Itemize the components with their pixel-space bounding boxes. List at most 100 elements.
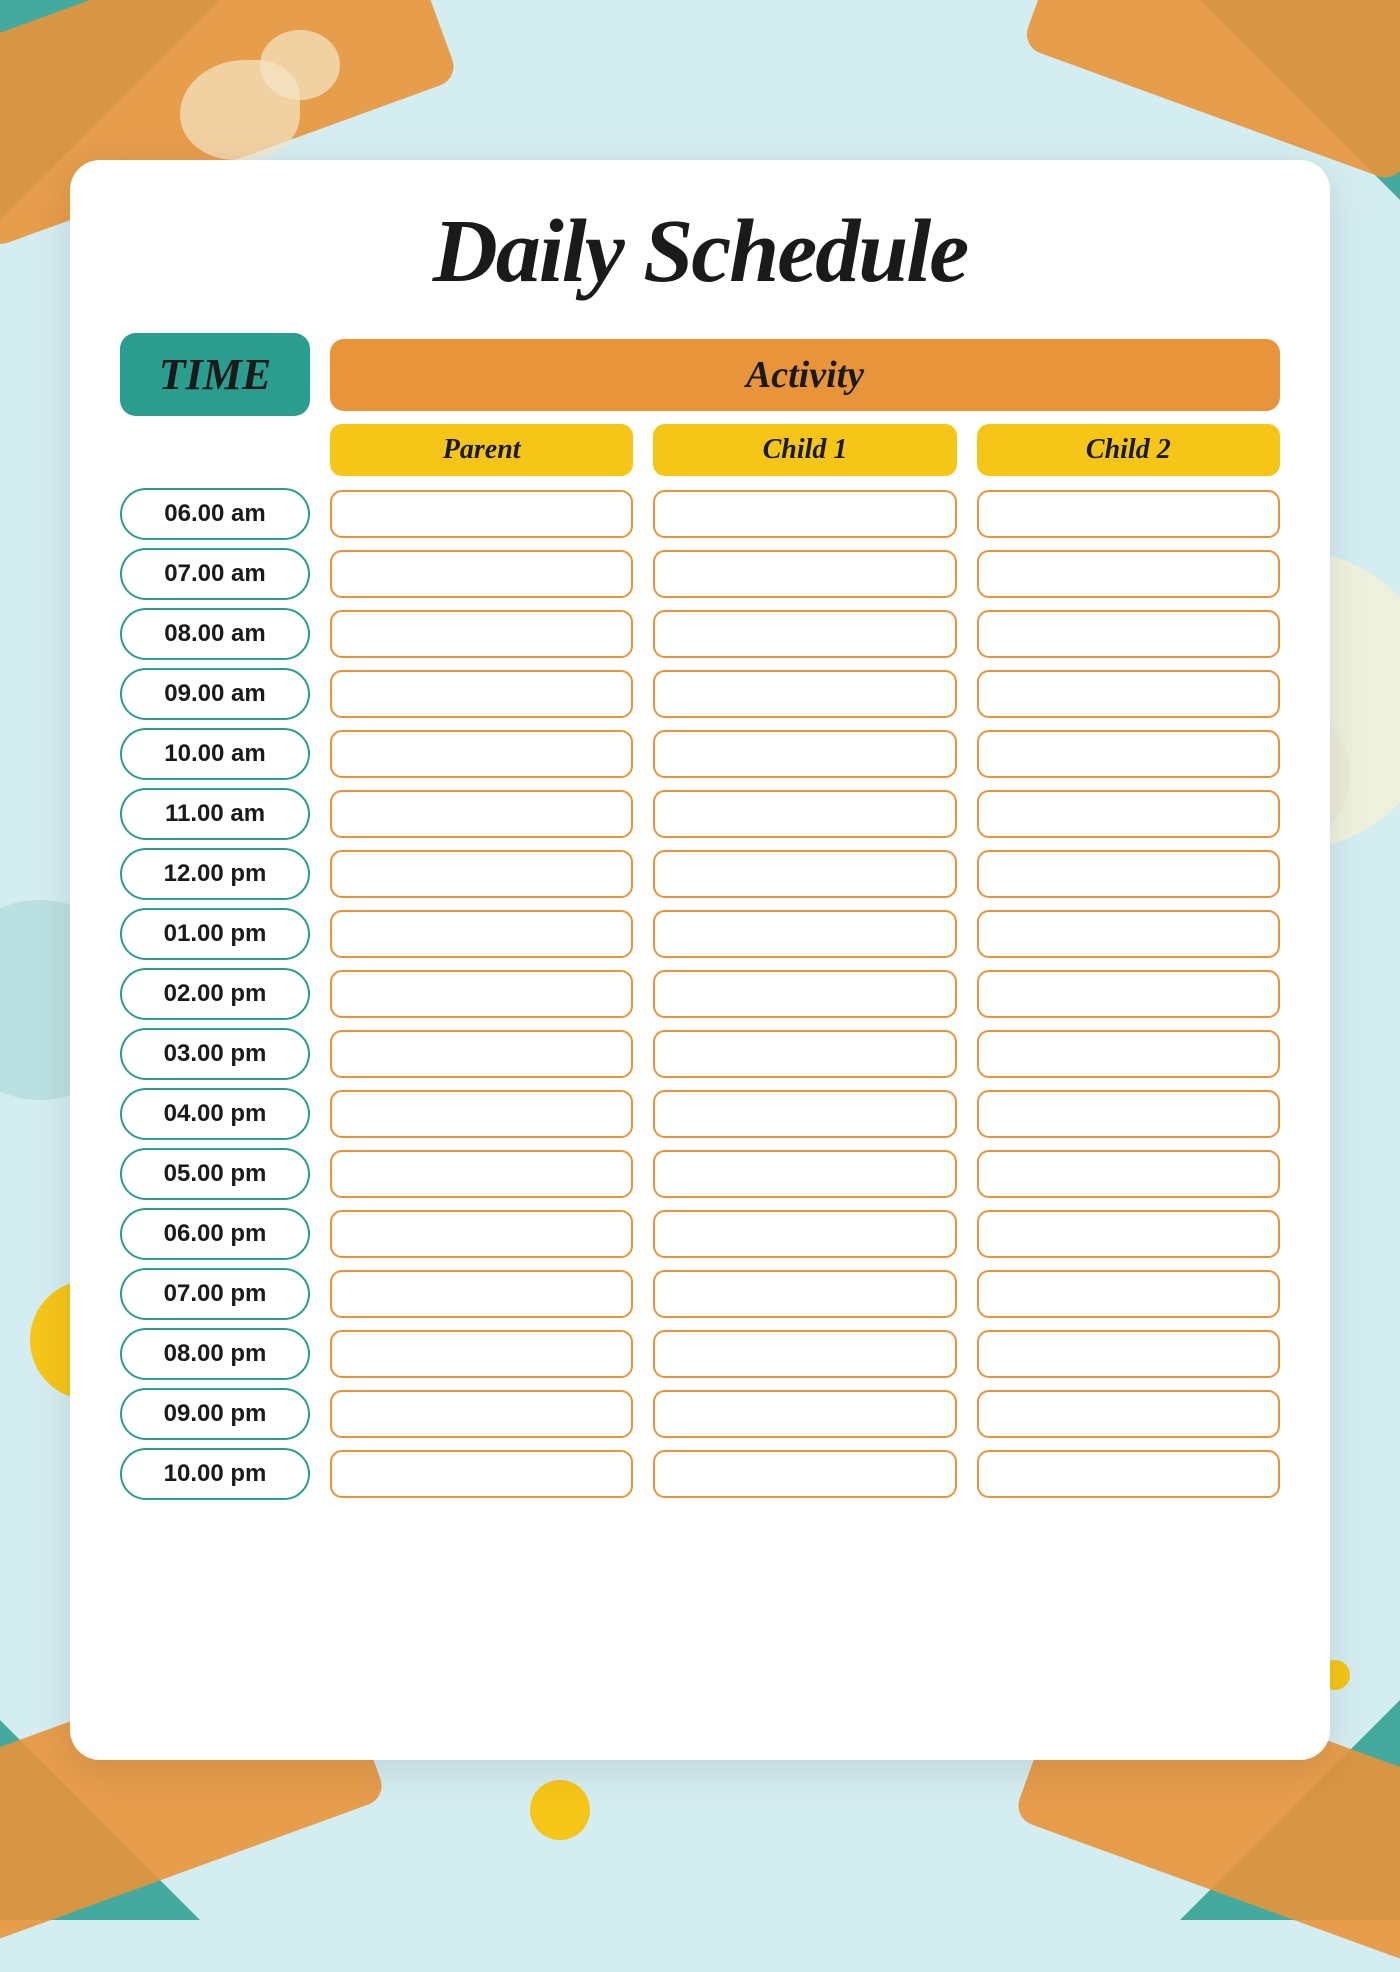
activity-cells-16 [330, 1450, 1280, 1498]
time-label-15: 09.00 pm [120, 1388, 310, 1440]
header-row-2: Parent Child 1 Child 2 [120, 424, 1280, 476]
time-label-3: 09.00 am [120, 668, 310, 720]
time-row: 10.00 pm [120, 1448, 1280, 1500]
activity-cell-child2-4[interactable] [977, 730, 1280, 778]
time-row: 07.00 pm [120, 1268, 1280, 1320]
time-label-1: 07.00 am [120, 548, 310, 600]
time-row: 08.00 am [120, 608, 1280, 660]
activity-cell-child2-2[interactable] [977, 610, 1280, 658]
activity-cell-child2-3[interactable] [977, 670, 1280, 718]
activity-cell-child1-15[interactable] [653, 1390, 956, 1438]
time-row: 11.00 am [120, 788, 1280, 840]
sub-header-parent: Parent [330, 424, 633, 476]
activity-cell-child1-10[interactable] [653, 1090, 956, 1138]
activity-cells-11 [330, 1150, 1280, 1198]
activity-cell-child2-9[interactable] [977, 1030, 1280, 1078]
activity-cell-parent-0[interactable] [330, 490, 633, 538]
time-header-box: TIME [120, 333, 310, 416]
sub-headers: Parent Child 1 Child 2 [330, 424, 1280, 476]
activity-cells-5 [330, 790, 1280, 838]
time-row: 04.00 pm [120, 1088, 1280, 1140]
activity-cell-child1-9[interactable] [653, 1030, 956, 1078]
time-row: 01.00 pm [120, 908, 1280, 960]
activity-cell-child2-0[interactable] [977, 490, 1280, 538]
time-label-5: 11.00 am [120, 788, 310, 840]
activity-cells-10 [330, 1090, 1280, 1138]
activity-cell-parent-12[interactable] [330, 1210, 633, 1258]
activity-cell-parent-9[interactable] [330, 1030, 633, 1078]
activity-cell-child1-4[interactable] [653, 730, 956, 778]
activity-cell-parent-15[interactable] [330, 1390, 633, 1438]
activity-cells-9 [330, 1030, 1280, 1078]
activity-cell-child2-10[interactable] [977, 1090, 1280, 1138]
activity-cell-child1-13[interactable] [653, 1270, 956, 1318]
activity-cell-parent-11[interactable] [330, 1150, 633, 1198]
activity-cell-child1-16[interactable] [653, 1450, 956, 1498]
activity-cells-3 [330, 670, 1280, 718]
activity-cells-14 [330, 1330, 1280, 1378]
time-label-10: 04.00 pm [120, 1088, 310, 1140]
time-label-6: 12.00 pm [120, 848, 310, 900]
time-label-4: 10.00 am [120, 728, 310, 780]
time-label-2: 08.00 am [120, 608, 310, 660]
activity-cells-7 [330, 910, 1280, 958]
activity-cell-parent-6[interactable] [330, 850, 633, 898]
time-label-12: 06.00 pm [120, 1208, 310, 1260]
activity-cell-parent-2[interactable] [330, 610, 633, 658]
activity-cell-parent-1[interactable] [330, 550, 633, 598]
time-row: 07.00 am [120, 548, 1280, 600]
time-row: 09.00 pm [120, 1388, 1280, 1440]
time-row: 06.00 pm [120, 1208, 1280, 1260]
time-label-9: 03.00 pm [120, 1028, 310, 1080]
time-label-11: 05.00 pm [120, 1148, 310, 1200]
activity-cell-child2-13[interactable] [977, 1270, 1280, 1318]
time-row: 09.00 am [120, 668, 1280, 720]
activity-cell-parent-14[interactable] [330, 1330, 633, 1378]
activity-cell-child1-11[interactable] [653, 1150, 956, 1198]
activity-cell-child1-2[interactable] [653, 610, 956, 658]
activity-cell-child2-11[interactable] [977, 1150, 1280, 1198]
activity-cell-parent-10[interactable] [330, 1090, 633, 1138]
activity-cell-child2-15[interactable] [977, 1390, 1280, 1438]
header-row-1: TIME Activity [120, 333, 1280, 416]
time-row: 06.00 am [120, 488, 1280, 540]
activity-cell-parent-13[interactable] [330, 1270, 633, 1318]
activity-cell-child2-14[interactable] [977, 1330, 1280, 1378]
bg-blob-cream-2 [260, 30, 340, 100]
bg-yellow-circle-3 [530, 1780, 590, 1840]
activity-cell-child2-6[interactable] [977, 850, 1280, 898]
activity-cell-child2-7[interactable] [977, 910, 1280, 958]
time-label-8: 02.00 pm [120, 968, 310, 1020]
activity-cell-child1-7[interactable] [653, 910, 956, 958]
activity-cell-child1-12[interactable] [653, 1210, 956, 1258]
activity-cell-parent-3[interactable] [330, 670, 633, 718]
activity-cells-6 [330, 850, 1280, 898]
activity-cell-child1-3[interactable] [653, 670, 956, 718]
activity-cells-2 [330, 610, 1280, 658]
activity-cell-child1-0[interactable] [653, 490, 956, 538]
activity-cell-child2-12[interactable] [977, 1210, 1280, 1258]
table-header: TIME Activity Parent Child 1 Child 2 [120, 333, 1280, 476]
activity-cell-child1-1[interactable] [653, 550, 956, 598]
activity-cell-child1-5[interactable] [653, 790, 956, 838]
activity-cell-child1-6[interactable] [653, 850, 956, 898]
activity-cell-parent-8[interactable] [330, 970, 633, 1018]
activity-cells-0 [330, 490, 1280, 538]
activity-cell-parent-5[interactable] [330, 790, 633, 838]
time-row: 10.00 am [120, 728, 1280, 780]
activity-cell-child2-16[interactable] [977, 1450, 1280, 1498]
activity-cell-child2-1[interactable] [977, 550, 1280, 598]
activity-cell-parent-4[interactable] [330, 730, 633, 778]
activity-cell-parent-7[interactable] [330, 910, 633, 958]
time-label-13: 07.00 pm [120, 1268, 310, 1320]
time-label: TIME [120, 333, 310, 416]
sub-header-child1: Child 1 [653, 424, 956, 476]
activity-cell-child2-5[interactable] [977, 790, 1280, 838]
activity-cell-child1-14[interactable] [653, 1330, 956, 1378]
activity-cell-child1-8[interactable] [653, 970, 956, 1018]
time-label-0: 06.00 am [120, 488, 310, 540]
time-label-7: 01.00 pm [120, 908, 310, 960]
activity-cell-parent-16[interactable] [330, 1450, 633, 1498]
activity-cell-child2-8[interactable] [977, 970, 1280, 1018]
activity-cells-15 [330, 1390, 1280, 1438]
